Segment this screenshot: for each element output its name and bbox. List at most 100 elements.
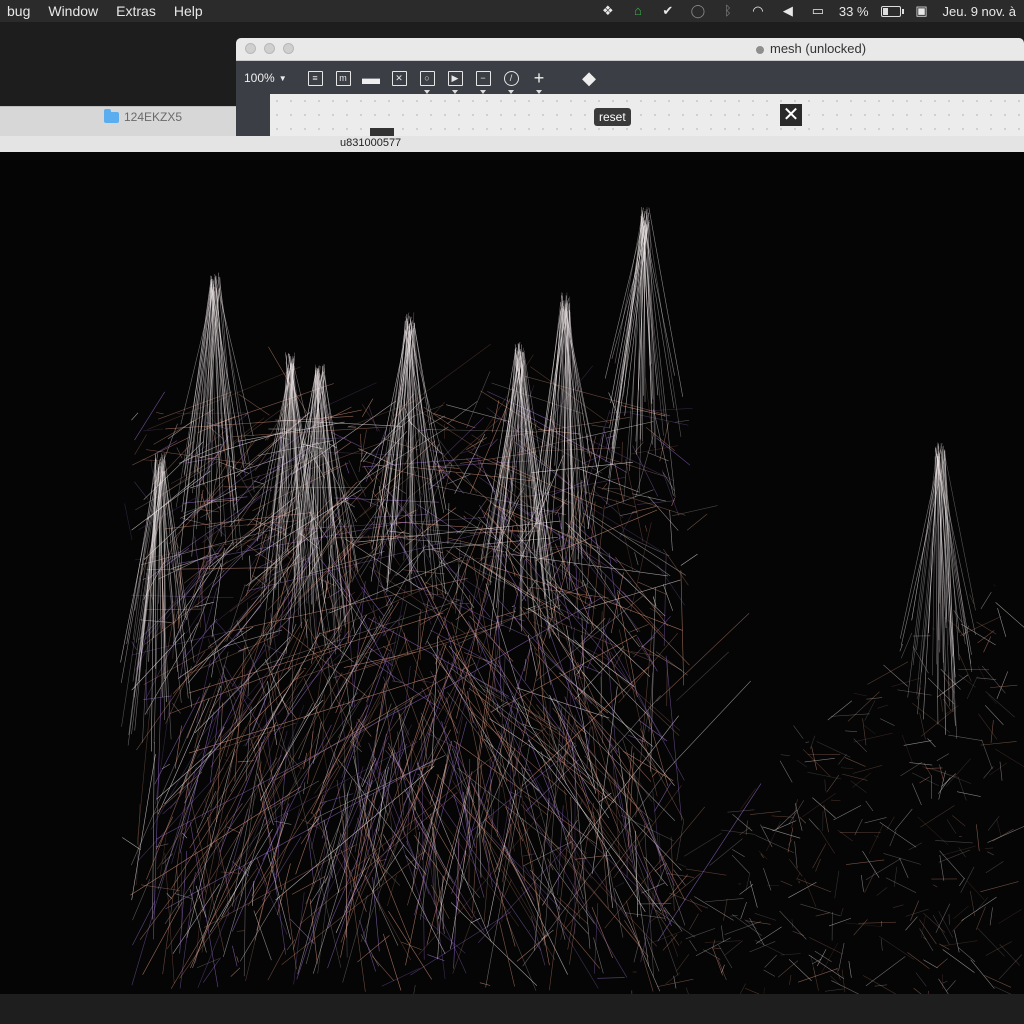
toggle-icon: ✕ (391, 70, 407, 86)
mesh-line (892, 904, 904, 908)
mesh-line (443, 616, 459, 674)
mesh-line (846, 859, 885, 865)
mesh-line (414, 793, 428, 820)
close-toggle[interactable]: ✕ (780, 104, 802, 126)
mesh-line (919, 919, 937, 945)
mesh-line (764, 954, 777, 968)
paint-tool[interactable]: ◆ (578, 67, 600, 89)
mesh-line (976, 824, 980, 852)
mesh-line (740, 788, 757, 810)
object-stub[interactable] (370, 128, 394, 136)
mesh-line (284, 883, 297, 970)
add-tool[interactable]: + (528, 67, 550, 94)
mesh-line (635, 432, 655, 498)
comment-tool[interactable]: ▬ (360, 67, 382, 89)
mesh-line (994, 986, 1012, 994)
play-tool[interactable]: ▶ (444, 67, 466, 94)
mesh-line (680, 570, 684, 686)
battery-percent[interactable]: 33 % (839, 4, 869, 19)
mesh-line (616, 589, 690, 666)
zoom-menu[interactable]: 100% ▼ (244, 71, 292, 85)
mesh-line (703, 949, 721, 960)
mesh-line (544, 835, 642, 948)
dropbox-icon[interactable]: ❖ (599, 3, 617, 19)
mesh-line (745, 920, 771, 925)
finder-window: 124EKZX5 (0, 106, 238, 137)
mesh-line (294, 808, 300, 830)
dial-tool[interactable]: / (500, 67, 522, 94)
message-tool[interactable]: m (332, 67, 354, 89)
edited-dot-icon (756, 45, 764, 54)
mesh-line (864, 700, 876, 721)
slider-tool[interactable]: − (472, 67, 494, 94)
mesh-line (864, 817, 887, 824)
menu-item-help[interactable]: Help (165, 0, 212, 22)
mesh-line (852, 764, 883, 774)
mesh-line (297, 382, 377, 420)
render-viewport[interactable] (0, 152, 1024, 994)
close-window-button[interactable] (245, 43, 256, 54)
mesh-line (309, 899, 318, 964)
menu-item-extras[interactable]: Extras (107, 0, 165, 22)
window-title: mesh (unlocked) (770, 41, 867, 56)
home-icon[interactable]: ⌂ (629, 3, 647, 19)
mesh-line (134, 391, 166, 441)
mesh-line (980, 741, 1017, 746)
mesh-line (155, 693, 172, 805)
airplay-icon[interactable]: ▭ (809, 3, 827, 19)
mesh-line (791, 918, 794, 928)
patcher-canvas[interactable]: reset ✕ (270, 94, 1024, 138)
mesh-line (654, 783, 671, 812)
button-tool[interactable]: ○ (416, 67, 438, 94)
toggle-tool[interactable]: ✕ (388, 67, 410, 89)
mesh-line (251, 731, 255, 736)
mesh-line (232, 945, 238, 967)
mesh-line (800, 903, 841, 917)
calendar-icon[interactable]: ▣ (913, 3, 931, 19)
mesh-line (662, 584, 674, 611)
bluetooth-icon[interactable]: ᛒ (719, 3, 737, 19)
mesh-line (936, 958, 948, 968)
mesh-line (224, 577, 275, 643)
mesh-line (670, 937, 679, 957)
mesh-line (435, 574, 525, 712)
mesh-line (754, 913, 777, 921)
mesh-line (633, 773, 653, 802)
mesh-line (621, 441, 623, 463)
mesh-line (997, 608, 1007, 637)
mesh-line (156, 459, 182, 703)
mesh-line (226, 584, 246, 642)
mesh-line (676, 651, 729, 701)
zoom-window-button[interactable] (283, 43, 294, 54)
presentation-tool[interactable]: ≡ (304, 67, 326, 89)
mesh-line (351, 494, 380, 507)
reset-button[interactable]: reset (594, 108, 631, 126)
mesh-line (877, 704, 889, 709)
patcher-toolbar: 100% ▼ ≡ m ▬ ✕ ○ ▶ − / + ◆ (236, 61, 1024, 95)
checkmark-icon[interactable]: ✔ (659, 3, 677, 19)
mesh-line (983, 636, 992, 653)
mesh-line (564, 789, 581, 920)
mesh-line (985, 941, 1012, 956)
menu-item-window[interactable]: Window (39, 0, 107, 22)
mesh-line (132, 900, 156, 946)
mesh-line (830, 713, 870, 717)
wifi-icon[interactable]: ◠ (749, 3, 767, 19)
mesh-line (630, 522, 652, 613)
volume-icon[interactable]: ◀ (779, 3, 797, 19)
mesh-line (960, 866, 975, 893)
menu-item-bug[interactable]: bug (0, 0, 39, 22)
chat-icon[interactable]: ◯ (689, 3, 707, 19)
mesh-line (969, 891, 976, 917)
battery-icon[interactable] (880, 5, 904, 17)
mesh-line (287, 618, 309, 670)
mesh-line (663, 554, 667, 647)
mesh-line (633, 844, 672, 926)
mesh-line (911, 783, 922, 806)
minimize-window-button[interactable] (264, 43, 275, 54)
folder-name[interactable]: 124EKZX5 (124, 110, 182, 124)
mesh-line (993, 584, 996, 587)
clock[interactable]: Jeu. 9 nov. à (943, 4, 1016, 19)
mesh-line (275, 765, 435, 901)
mesh-line (998, 954, 1023, 980)
